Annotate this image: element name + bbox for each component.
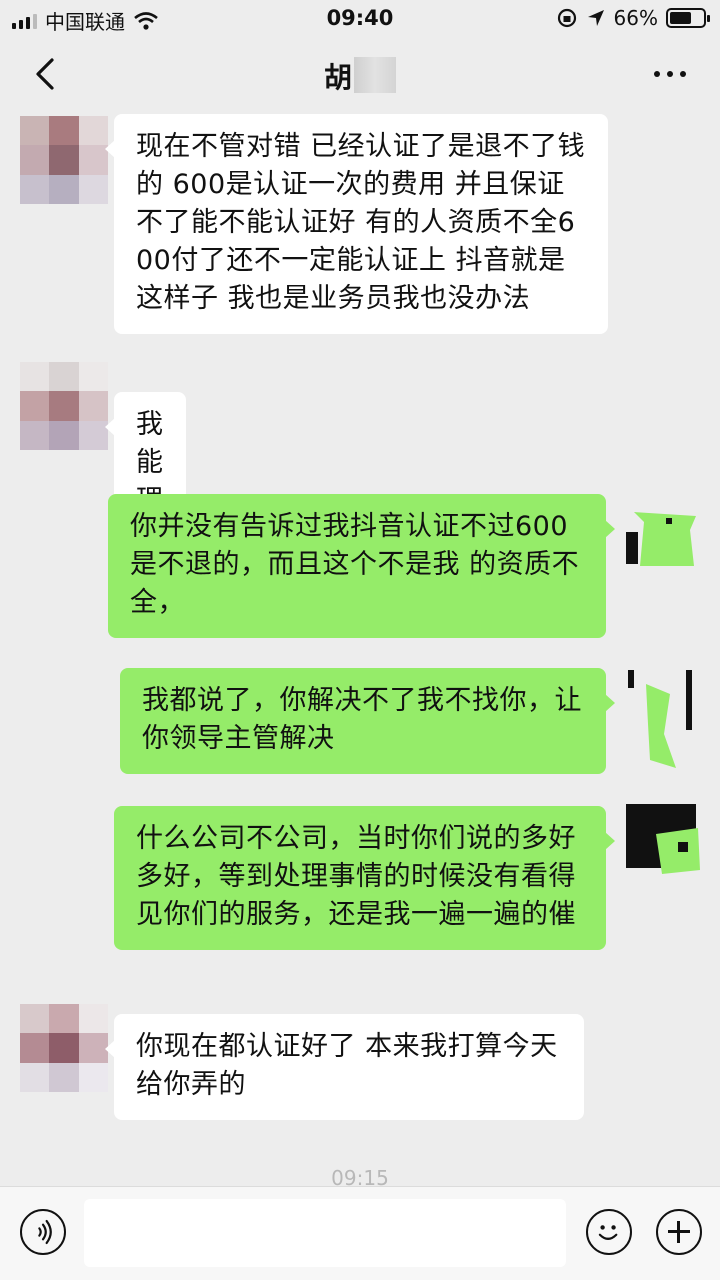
contact-name: 胡 <box>323 61 352 94</box>
outgoing-message-bubble[interactable]: 我都说了，你解决不了我不找你，让你领导主管解决 <box>120 668 615 774</box>
outgoing-message-bubble[interactable]: 什么公司不公司，当时你们说的多好多好，等到处理事情的时候没有看得见你们的服务，还… <box>114 806 615 950</box>
voice-icon[interactable] <box>20 1209 66 1255</box>
user-avatar[interactable] <box>626 508 698 570</box>
contact-avatar[interactable] <box>20 116 108 204</box>
user-avatar[interactable] <box>626 664 698 774</box>
battery-fill <box>670 12 692 24</box>
contact-avatar[interactable] <box>20 1004 108 1092</box>
input-bar <box>0 1186 720 1280</box>
outgoing-message-bubble[interactable]: 你并没有告诉过我抖音认证不过600是不退的，而且这个不是我 的资质不全， <box>108 494 615 638</box>
status-bar: 中国联通 09:40 66% <box>0 0 720 38</box>
rotation-lock-icon <box>557 8 576 28</box>
plus-icon[interactable] <box>656 1209 702 1255</box>
contact-avatar[interactable] <box>20 362 108 450</box>
incoming-message-bubble[interactable]: 你现在都认证好了 本来我打算今天给你弄的 <box>105 1014 584 1120</box>
chat-title: 胡 <box>0 56 720 96</box>
incoming-message-bubble[interactable]: 现在不管对错 已经认证了是退不了钱的 600是认证一次的费用 并且保证不了能不能… <box>105 114 608 334</box>
name-redaction <box>354 57 396 93</box>
battery-icon <box>666 8 710 28</box>
emoji-icon[interactable] <box>586 1209 632 1255</box>
more-icon[interactable] <box>650 64 690 84</box>
message-input[interactable] <box>84 1199 566 1267</box>
chat-header: 胡 <box>0 38 720 110</box>
user-avatar[interactable] <box>626 804 700 878</box>
location-icon <box>587 10 604 26</box>
status-right: 66% <box>556 6 710 30</box>
battery-percent: 66% <box>613 6 658 30</box>
